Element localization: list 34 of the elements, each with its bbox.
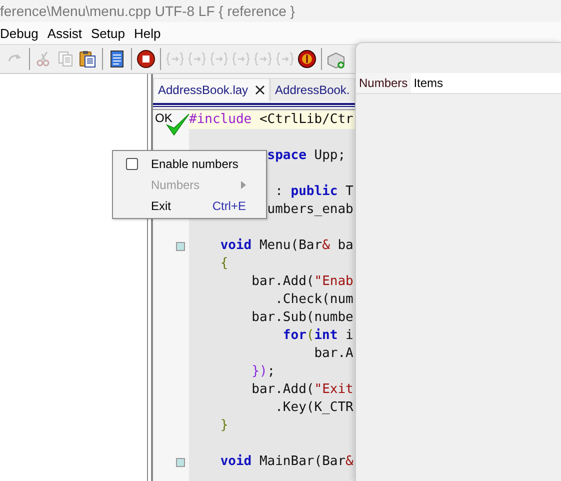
stop-icon[interactable] (136, 49, 156, 69)
code-line: } (220, 418, 228, 433)
code-line: }); (252, 364, 276, 379)
checkbox[interactable] (126, 158, 138, 170)
code-line: bar.Add("Enab (252, 274, 354, 289)
code-line: void Menu(Bar& ba (220, 238, 354, 253)
file-tab[interactable]: AddressBook.lay (153, 78, 270, 101)
code-line: #include <CtrlLib/Ctr (189, 112, 354, 127)
menu-item[interactable]: Setup (86, 26, 130, 40)
coin-icon[interactable] (297, 49, 317, 69)
menu-item[interactable]: Enable numbers (113, 153, 266, 174)
code-line: bar.Sub(numbe (252, 310, 354, 325)
paste-icon[interactable] (78, 49, 98, 69)
code-line: : public T (275, 184, 354, 199)
code-line: .Key(K_CTR (275, 400, 354, 415)
menu-item[interactable]: Numbers (356, 73, 411, 93)
menu-item[interactable]: Debug (0, 26, 44, 40)
close-icon[interactable] (255, 85, 266, 95)
build-status: OK (155, 111, 172, 125)
code-line: space Upp; (267, 148, 346, 163)
code-line: bar.Add("Exit (252, 382, 354, 397)
menu-item[interactable]: Assist (43, 26, 87, 40)
code-line: { (220, 256, 228, 271)
file-tab[interactable]: AddressBook. (270, 78, 355, 101)
code-line: .Check(num (275, 292, 354, 307)
code-line: umbers_enab (267, 202, 354, 217)
menu-item[interactable]: Items (410, 73, 446, 93)
code-line: bar.A (314, 346, 354, 361)
code-line: void MainBar(Bar& (220, 454, 354, 469)
shortcut-text: Ctrl+E (212, 198, 246, 212)
menu-item[interactable]: Exit Ctrl+E (113, 195, 266, 216)
code-line: for(int i (282, 328, 354, 343)
menu-item[interactable]: Help (130, 26, 166, 40)
window-title: ference\Menu\menu.cpp UTF-8 LF { reference } (0, 3, 295, 19)
